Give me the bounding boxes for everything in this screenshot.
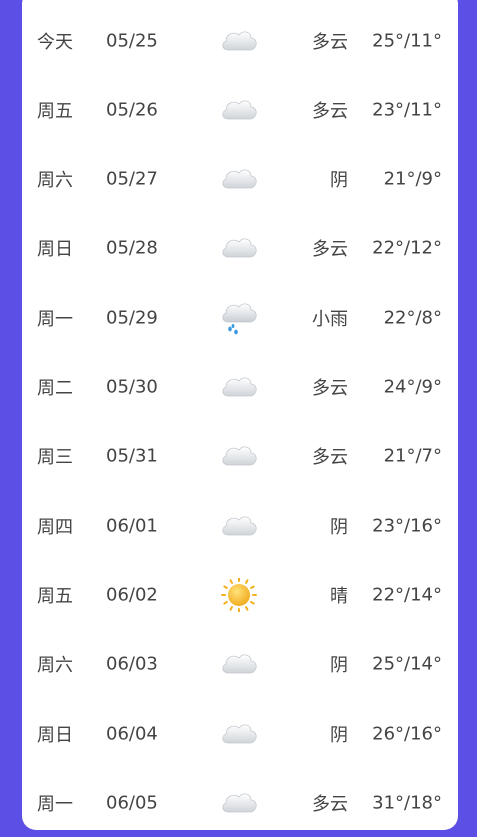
temperature-range: 22°/8° <box>383 307 442 329</box>
overcast-icon <box>218 162 260 196</box>
condition-label: 阴 <box>330 724 348 746</box>
forecast-row[interactable]: 今天 05/25 多云 25°/11° <box>22 6 458 75</box>
temperature-range: 25°/14° <box>372 653 442 675</box>
cloudy-icon <box>218 370 260 404</box>
day-label: 周五 <box>37 100 73 122</box>
day-label: 周一 <box>37 308 73 330</box>
forecast-row[interactable]: 周六 05/27 阴 21°/9° <box>22 145 458 214</box>
date-label: 05/26 <box>106 99 158 121</box>
day-label: 周六 <box>37 170 73 192</box>
cloudy-icon <box>218 231 260 265</box>
date-label: 05/27 <box>106 168 158 190</box>
overcast-icon <box>218 717 260 751</box>
forecast-row[interactable]: 周四 06/01 阴 23°/16° <box>22 491 458 560</box>
temperature-range: 22°/12° <box>372 237 442 259</box>
temperature-range: 23°/11° <box>372 99 442 121</box>
forecast-row[interactable]: 周二 05/30 多云 24°/9° <box>22 353 458 422</box>
condition-label: 多云 <box>312 378 348 399</box>
forecast-row[interactable]: 周三 05/31 多云 21°/7° <box>22 422 458 491</box>
temperature-range: 21°/7° <box>383 445 442 467</box>
date-label: 06/04 <box>106 723 158 744</box>
condition-label: 阴 <box>330 655 348 677</box>
day-label: 周四 <box>37 516 73 538</box>
day-label: 周日 <box>37 239 73 261</box>
day-label: 周一 <box>37 793 73 815</box>
condition-label: 阴 <box>330 516 348 538</box>
condition-label: 晴 <box>330 585 348 607</box>
temperature-range: 26°/16° <box>372 723 442 744</box>
day-label: 周二 <box>37 378 73 399</box>
forecast-row[interactable]: 周六 06/03 阴 25°/14° <box>22 630 458 699</box>
date-label: 05/28 <box>106 237 158 259</box>
condition-label: 多云 <box>312 100 348 122</box>
condition-label: 阴 <box>330 170 348 192</box>
date-label: 05/25 <box>106 30 158 51</box>
day-label: 周日 <box>37 724 73 746</box>
light-rain-icon <box>218 301 260 335</box>
temperature-range: 25°/11° <box>372 30 442 51</box>
temperature-range: 31°/18° <box>372 792 442 814</box>
cloudy-icon <box>218 439 260 473</box>
temperature-range: 23°/16° <box>372 515 442 537</box>
temperature-range: 24°/9° <box>383 376 442 398</box>
forecast-row[interactable]: 周五 06/02 晴 22°/14° <box>22 560 458 629</box>
date-label: 06/03 <box>106 653 158 675</box>
day-label: 周五 <box>37 585 73 607</box>
forecast-row[interactable]: 周日 05/28 多云 22°/12° <box>22 214 458 283</box>
forecast-card: 今天 05/25 多云 25°/11° 周五 05/26 多云 23°/11° 周六 05/27 阴… <box>22 0 458 830</box>
condition-label: 小雨 <box>312 308 348 330</box>
day-label: 周六 <box>37 655 73 677</box>
day-label: 周三 <box>37 447 73 469</box>
overcast-icon <box>218 647 260 681</box>
cloudy-icon <box>218 93 260 127</box>
temperature-range: 22°/14° <box>372 584 442 606</box>
cloudy-icon <box>218 786 260 820</box>
forecast-row[interactable]: 周一 06/05 多云 31°/18° <box>22 768 458 837</box>
sunny-icon <box>218 576 260 613</box>
date-label: 06/02 <box>106 584 158 606</box>
date-label: 05/29 <box>106 307 158 329</box>
overcast-icon <box>218 509 260 543</box>
date-label: 05/30 <box>106 376 158 398</box>
forecast-row[interactable]: 周日 06/04 阴 26°/16° <box>22 699 458 768</box>
date-label: 05/31 <box>106 445 158 467</box>
condition-label: 多云 <box>312 239 348 261</box>
date-label: 06/01 <box>106 515 158 537</box>
date-label: 06/05 <box>106 792 158 814</box>
day-label: 今天 <box>37 31 73 53</box>
condition-label: 多云 <box>312 31 348 53</box>
forecast-row[interactable]: 周五 05/26 多云 23°/11° <box>22 75 458 144</box>
cloudy-icon <box>218 24 260 58</box>
temperature-range: 21°/9° <box>383 168 442 190</box>
condition-label: 多云 <box>312 793 348 815</box>
condition-label: 多云 <box>312 447 348 469</box>
forecast-row[interactable]: 周一 05/29 小雨 22°/8° <box>22 283 458 352</box>
